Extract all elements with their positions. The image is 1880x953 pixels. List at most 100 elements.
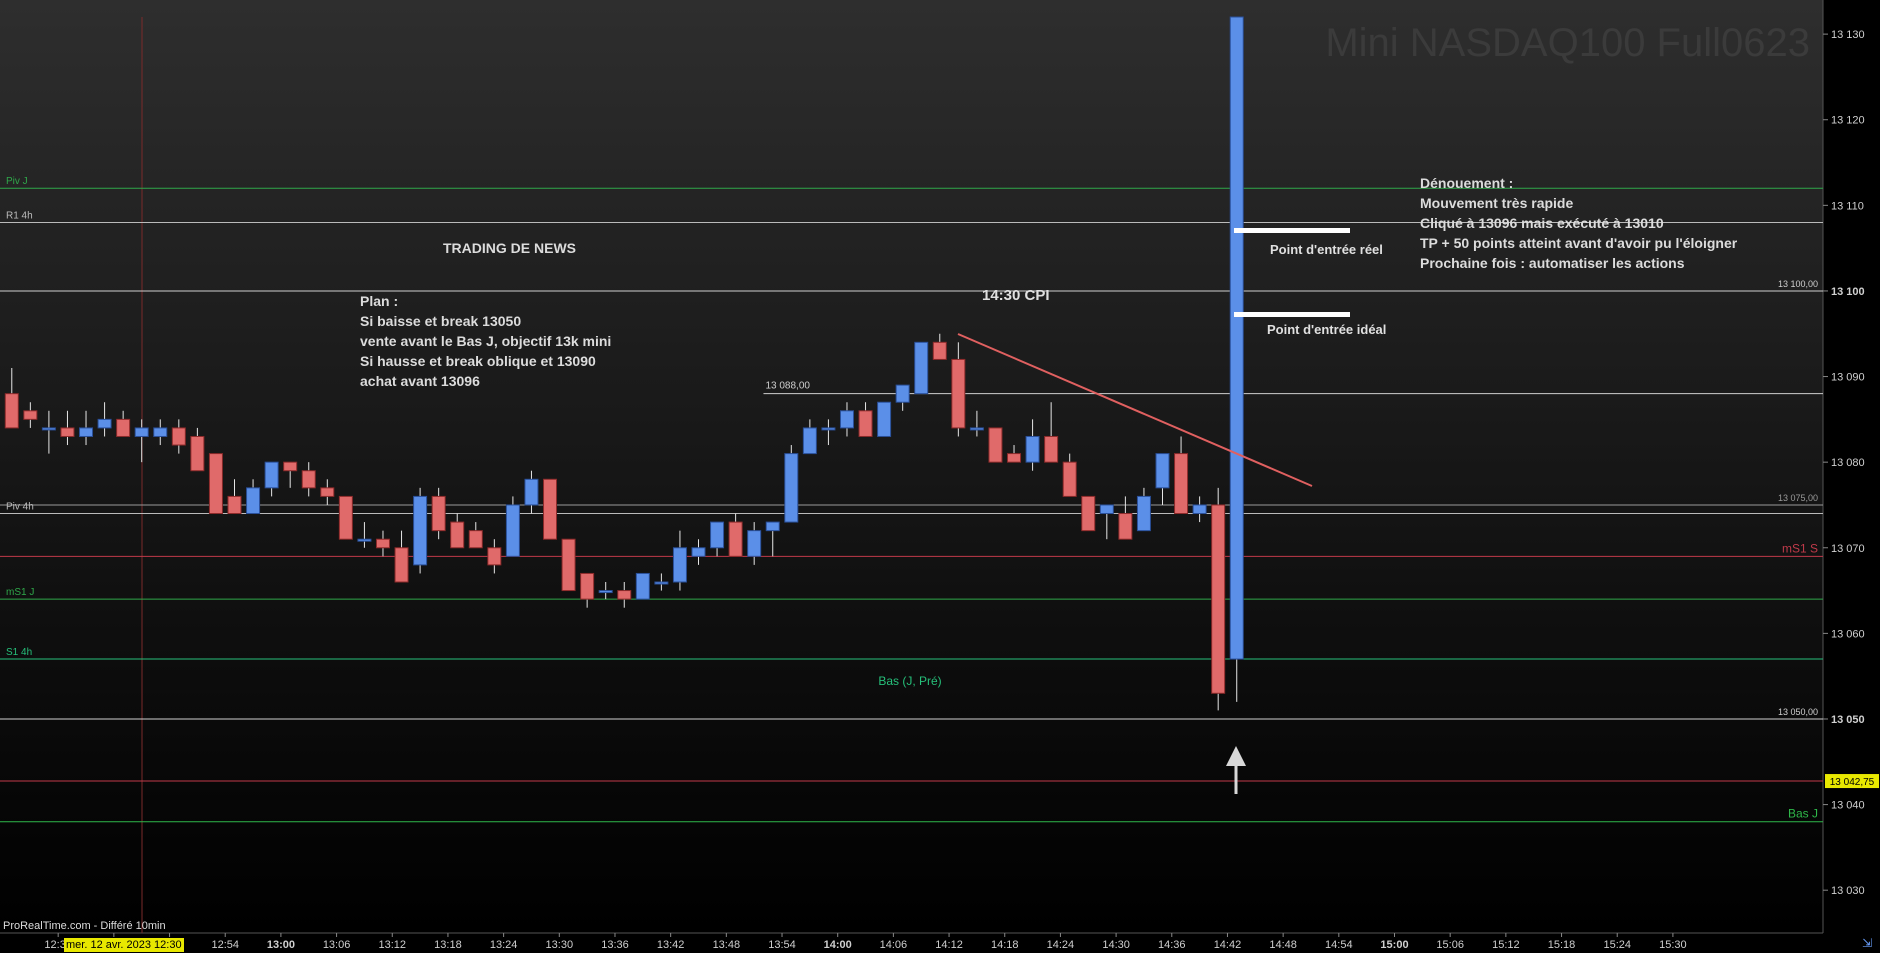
outcome-line: TP + 50 points atteint avant d'avoir pu … [1420, 235, 1738, 251]
plan-line: Si hausse et break oblique et 13090 [360, 353, 596, 369]
candle-body [264, 461, 279, 489]
candle-body [487, 547, 502, 566]
candle-body [1062, 461, 1077, 497]
candle[interactable] [877, 401, 892, 437]
candle[interactable] [784, 445, 799, 523]
candle[interactable] [1211, 487, 1226, 711]
candle-body [1155, 453, 1170, 489]
x-tick-label: 14:42 [1214, 939, 1242, 951]
candle[interactable] [635, 572, 650, 600]
candle-body [951, 358, 966, 429]
candle-body [988, 427, 1003, 463]
annotation-entry-ideal: Point d'entrée idéal [1267, 322, 1386, 337]
y-tick-label: 13 120 [1831, 115, 1865, 127]
candle-body [1229, 16, 1244, 660]
level-label: 13 100,00 [1778, 279, 1818, 289]
x-tick-label: 15:06 [1436, 939, 1464, 951]
date-badge: mer. 12 avr. 2023 12:30 [64, 938, 184, 952]
y-tick-label: 13 050 [1831, 714, 1865, 726]
candle-body [1099, 504, 1114, 515]
candle-body [543, 478, 558, 540]
candle[interactable] [505, 496, 520, 557]
candle[interactable] [1229, 16, 1244, 702]
candle-body [394, 547, 409, 583]
chart-window: ▦ 1 ⚙ 20 Mini NASDAQ100 Full0623 Piv JR1… [0, 0, 1880, 953]
candle-body [802, 427, 817, 455]
candle-body [747, 530, 762, 557]
candle-body [97, 418, 112, 429]
candle-body [635, 572, 650, 600]
candle-body [1025, 435, 1040, 463]
x-tick-label: 14:48 [1269, 939, 1297, 951]
x-tick-label: 15:24 [1603, 939, 1631, 951]
candle[interactable] [208, 453, 223, 515]
candle-body [338, 495, 353, 540]
candle-body [821, 427, 836, 431]
candle-body [41, 427, 56, 431]
candle[interactable] [1081, 495, 1096, 532]
plan-line: achat avant 13096 [360, 373, 480, 389]
x-tick-label: 13:12 [378, 939, 406, 951]
candle[interactable] [543, 478, 558, 540]
x-tick-label: 13:00 [267, 939, 295, 951]
candle-body [320, 487, 335, 497]
candle-body [1007, 453, 1022, 463]
resize-icon[interactable]: ⇲ [1862, 936, 1872, 950]
candle[interactable] [413, 487, 428, 574]
bas-label: Bas (J, Pré) [878, 674, 941, 688]
x-tick-label: 13:54 [768, 939, 796, 951]
candle-body [895, 384, 910, 403]
annotation-entry-real: Point d'entrée réel [1270, 242, 1383, 257]
plan-line: Si baisse et break 13050 [360, 313, 521, 329]
candle-body [450, 521, 465, 549]
candle-body [1118, 513, 1133, 540]
y-tick-label: 13 090 [1831, 372, 1865, 384]
x-tick-label: 15:00 [1380, 939, 1408, 951]
candle-body [208, 453, 223, 515]
outcome-line: Cliqué à 13096 mais exécuté à 13010 [1420, 215, 1664, 231]
candle-body [23, 410, 38, 420]
source-label: ProRealTime.com - Différé 10min [3, 920, 166, 932]
candle[interactable] [988, 427, 1003, 463]
entry-ideal-marker [1234, 312, 1350, 317]
candle-body [914, 341, 929, 395]
candle-body [413, 495, 428, 566]
level-label: 13 088,00 [765, 381, 810, 392]
x-tick-label: 13:48 [713, 939, 741, 951]
candle-body [691, 547, 706, 557]
y-tick-label: 13 060 [1831, 628, 1865, 640]
x-tick-label: 14:36 [1158, 939, 1186, 951]
candle[interactable] [914, 341, 929, 395]
candle-body [839, 410, 854, 429]
candle-body [617, 590, 632, 600]
level-label: 13 075,00 [1778, 493, 1818, 503]
x-tick-label: 14:24 [1047, 939, 1075, 951]
candle[interactable] [338, 495, 353, 540]
x-tick-label: 14:30 [1102, 939, 1130, 951]
candle-body [1174, 453, 1189, 515]
candle-body [672, 547, 687, 583]
candle-body [134, 427, 149, 437]
candle-body [728, 521, 743, 557]
candle-body [1081, 495, 1096, 532]
x-tick-label: 15:30 [1659, 939, 1687, 951]
x-tick-label: 12:54 [211, 939, 239, 951]
level-label: R1 4h [6, 210, 33, 221]
candle-body [190, 435, 205, 472]
candle-body [1211, 504, 1226, 694]
candle-body [357, 538, 372, 542]
candle[interactable] [561, 538, 576, 592]
candle-body [153, 427, 168, 437]
candle-body [283, 461, 298, 472]
price-chart[interactable]: Mini NASDAQ100 Full0623 Piv J R1 4h 13 100… [0, 0, 1880, 953]
x-tick-label: 13:24 [490, 939, 518, 951]
candle-body [375, 538, 390, 549]
y-tick-label: 13 070 [1831, 543, 1865, 555]
candle-body [710, 521, 725, 549]
plan-line: vente avant le Bas J, objectif 13k mini [360, 333, 611, 349]
candle-body [246, 487, 261, 515]
y-tick-label: 13 110 [1831, 200, 1864, 212]
candle-body [765, 521, 780, 532]
candle-body [431, 495, 446, 532]
candle-body [79, 427, 94, 437]
